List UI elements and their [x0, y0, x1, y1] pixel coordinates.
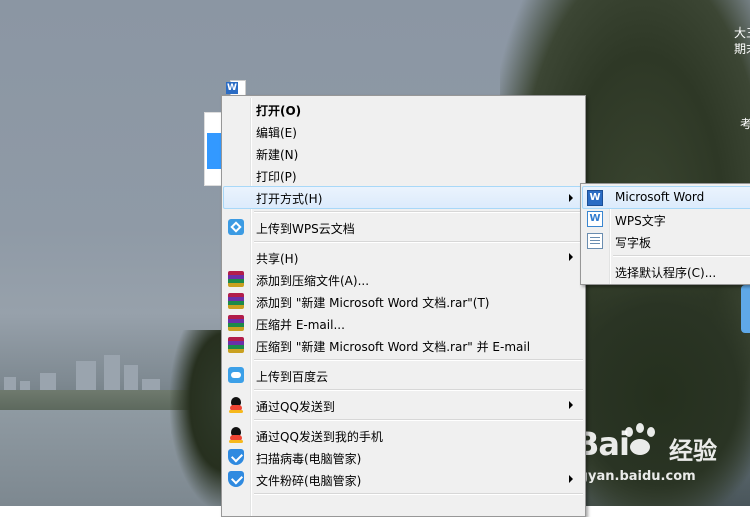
wps-cloud-icon: [228, 219, 244, 235]
menu-item-label: 通过QQ发送到: [256, 400, 335, 414]
menu-separator: [254, 389, 583, 391]
baidu-cloud-icon: [228, 367, 244, 383]
menu-separator: [254, 241, 583, 243]
menu-item-label: 上传到WPS云文档: [256, 222, 355, 236]
menu-item-label: 扫描病毒(电脑管家): [256, 452, 362, 466]
open-with-submenu: W Microsoft Word W WPS文字 写字板 选择默认程序(C)..…: [580, 183, 750, 285]
file-name-selection: [207, 133, 221, 169]
menu-separator: [254, 419, 583, 421]
menu-item-send-qq-phone[interactable]: 通过QQ发送到我的手机: [224, 424, 583, 446]
menu-item-compress-to-rar-email[interactable]: 压缩到 "新建 Microsoft Word 文档.rar" 并 E-mail: [224, 334, 583, 356]
menu-item-open[interactable]: 打开(O): [224, 98, 583, 120]
watermark-suffix: 经验: [669, 437, 717, 465]
menu-separator: [254, 359, 583, 361]
menu-item-label: Microsoft Word: [615, 190, 705, 204]
shield-icon: [228, 471, 244, 487]
submenu-item-wordpad[interactable]: 写字板: [583, 230, 750, 252]
winrar-icon: [228, 293, 244, 309]
menu-item-label: 压缩并 E-mail...: [256, 318, 345, 332]
qq-icon: [228, 427, 244, 443]
menu-item-label: 编辑(E): [256, 126, 297, 140]
menu-item-open-with[interactable]: 打开方式(H): [223, 186, 584, 209]
menu-item-print[interactable]: 打印(P): [224, 164, 583, 186]
menu-item-label: 打印(P): [256, 170, 297, 184]
menu-item-label: 打开(O): [256, 104, 302, 118]
winrar-icon: [228, 271, 244, 287]
menu-item-add-to-rar[interactable]: 添加到 "新建 Microsoft Word 文档.rar"(T): [224, 290, 583, 312]
menu-separator: [254, 211, 583, 213]
menu-item-label: 文件粉碎(电脑管家): [256, 474, 362, 488]
menu-item-edit[interactable]: 编辑(E): [224, 120, 583, 142]
menu-item-label: WPS文字: [615, 214, 666, 228]
menu-separator: [254, 493, 583, 495]
desktop-icon-label-3[interactable]: 考: [740, 115, 750, 132]
winrar-icon: [228, 337, 244, 353]
winrar-icon: [228, 315, 244, 331]
menu-item-upload-baidu[interactable]: 上传到百度云: [224, 364, 583, 386]
submenu-item-microsoft-word[interactable]: W Microsoft Word: [582, 186, 750, 209]
desktop-icon-label-1[interactable]: 大三: [734, 24, 750, 41]
menu-item-label: 上传到百度云: [256, 370, 329, 384]
menu-item-label: 压缩到 "新建 Microsoft Word 文档.rar" 并 E-mail: [256, 340, 531, 354]
submenu-arrow-icon: [569, 401, 573, 409]
menu-item-compress-email[interactable]: 压缩并 E-mail...: [224, 312, 583, 334]
submenu-arrow-icon: [569, 253, 573, 261]
menu-item-label: 添加到压缩文件(A)...: [256, 274, 370, 288]
menu-item-share[interactable]: 共享(H): [224, 246, 583, 268]
menu-item-label: 共享(H): [256, 252, 299, 266]
submenu-arrow-icon: [569, 194, 573, 202]
menu-item-label: 通过QQ发送到我的手机: [256, 430, 383, 444]
wordpad-icon: [587, 233, 603, 249]
shield-icon: [228, 449, 244, 465]
side-widget[interactable]: [741, 285, 750, 333]
menu-item-add-archive[interactable]: 添加到压缩文件(A)...: [224, 268, 583, 290]
file-name-label[interactable]: [204, 112, 222, 186]
menu-item-new[interactable]: 新建(N): [224, 142, 583, 164]
menu-item-send-qq[interactable]: 通过QQ发送到: [224, 394, 583, 416]
menu-item-label: 新建(N): [256, 148, 299, 162]
desktop-icon-label-2[interactable]: 期末: [734, 40, 750, 57]
menu-item-label: 添加到 "新建 Microsoft Word 文档.rar"(T): [256, 296, 490, 310]
submenu-item-wps-writer[interactable]: W WPS文字: [583, 208, 750, 230]
wps-writer-icon: W: [587, 211, 603, 227]
menu-item-label: 选择默认程序(C)...: [615, 266, 717, 280]
menu-item-label: 写字板: [615, 236, 652, 250]
menu-item-upload-wps[interactable]: 上传到WPS云文档: [224, 216, 583, 238]
menu-item-shred-file[interactable]: 文件粉碎(电脑管家): [224, 468, 583, 490]
qq-icon: [228, 397, 244, 413]
baidu-paw-icon: [621, 423, 659, 461]
menu-item-scan-virus[interactable]: 扫描病毒(电脑管家): [224, 446, 583, 468]
submenu-arrow-icon: [569, 475, 573, 483]
file-context-menu: 打开(O) 编辑(E) 新建(N) 打印(P) 打开方式(H) 上传到WPS云文…: [221, 95, 586, 517]
word-icon: W: [587, 190, 603, 206]
word-icon: W: [226, 82, 238, 94]
menu-item-label: 打开方式(H): [256, 192, 323, 206]
submenu-item-choose-default[interactable]: 选择默认程序(C)...: [583, 260, 750, 282]
menu-separator: [613, 255, 750, 257]
